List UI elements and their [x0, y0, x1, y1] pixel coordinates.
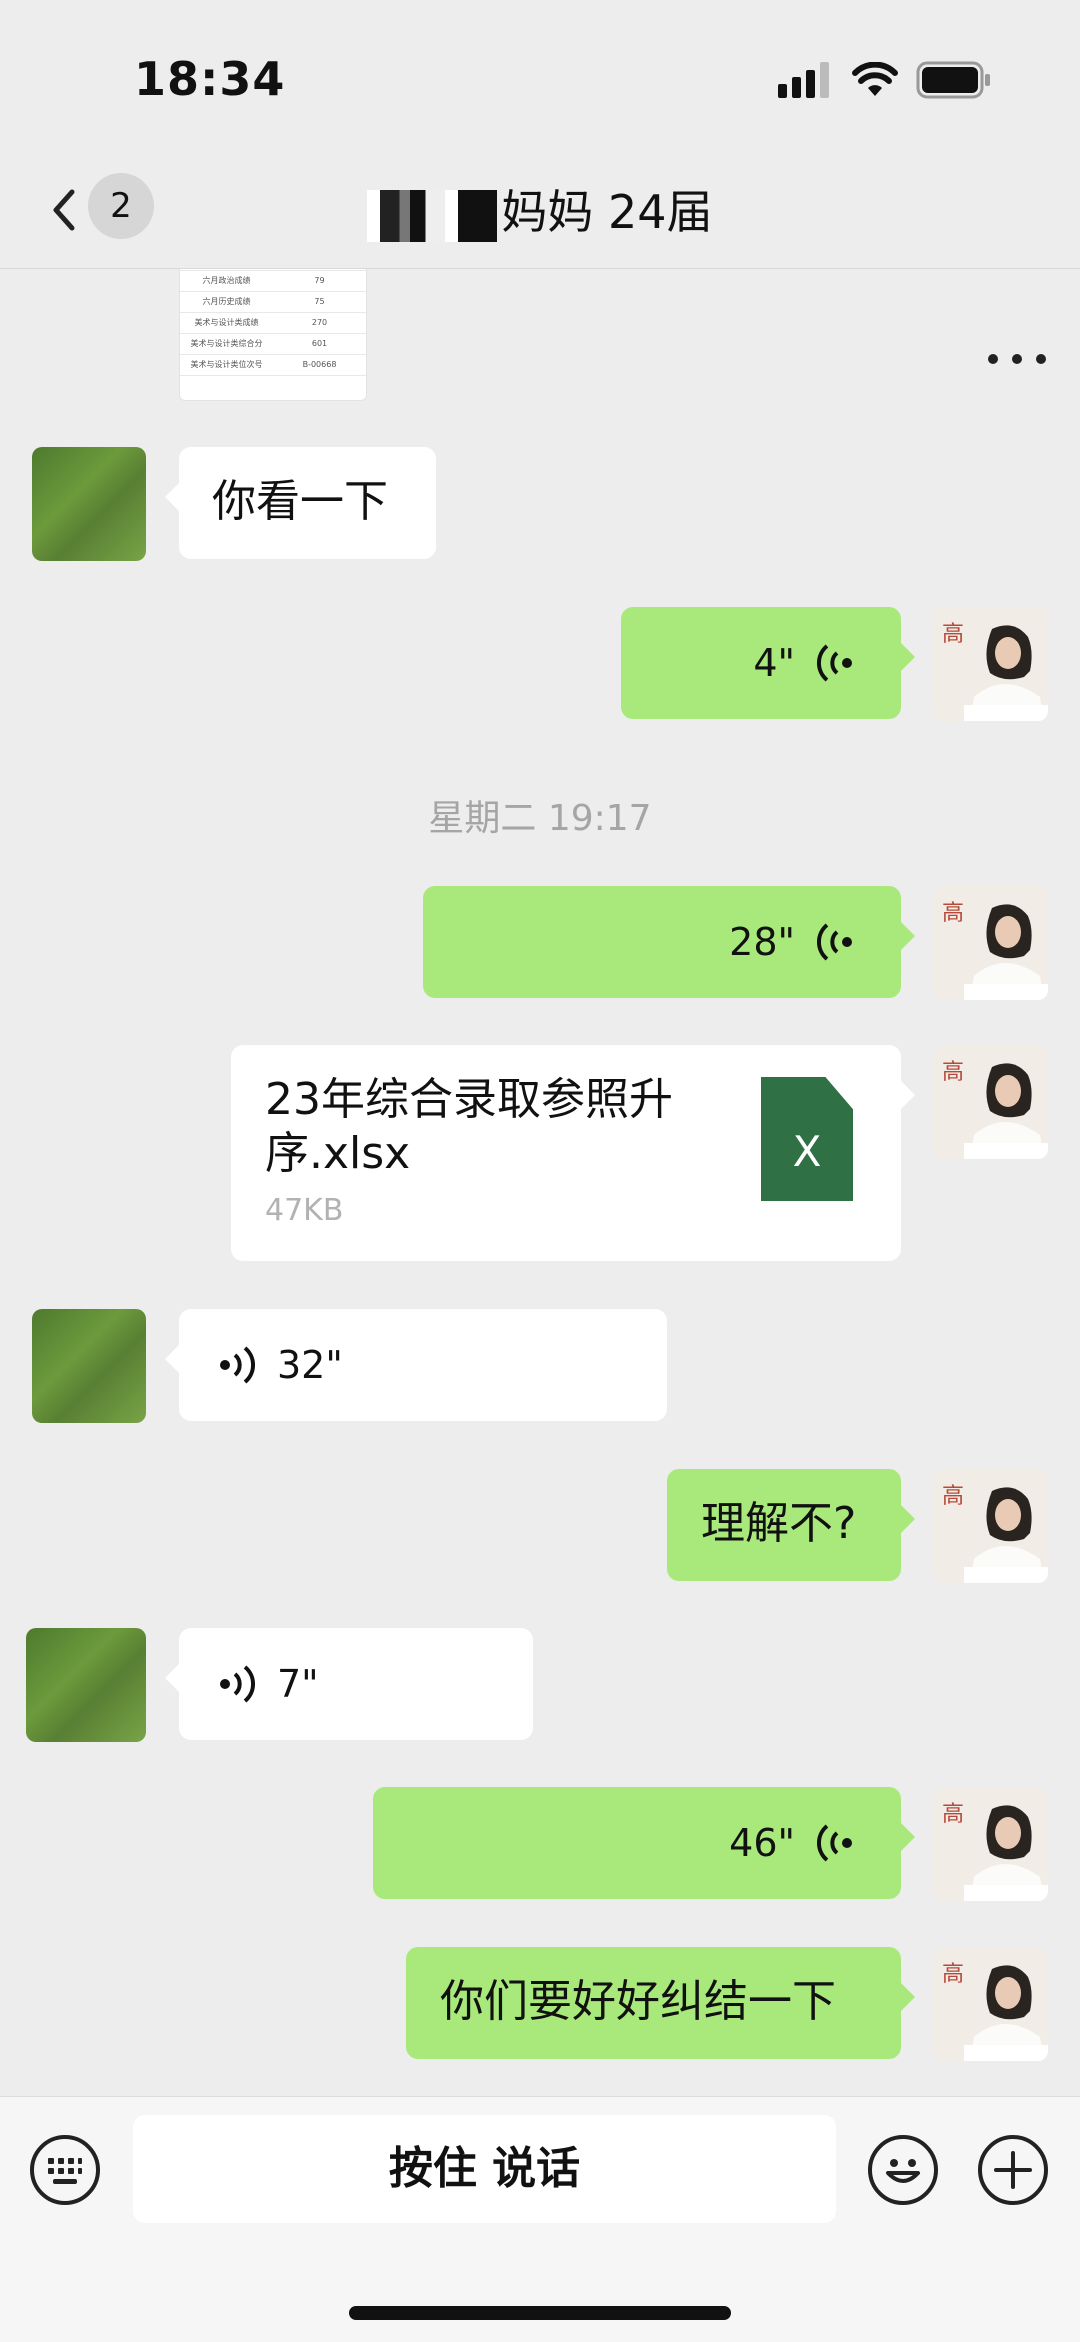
- chat-title-text: 妈妈 24届: [501, 185, 713, 239]
- voice-message-right[interactable]: 46": [373, 1787, 915, 1899]
- contact-avatar[interactable]: [32, 1309, 146, 1423]
- doc-thumb-cell: B-00668: [302, 360, 337, 369]
- portrait-image: 高: [934, 1469, 1048, 1583]
- portrait-image: 高: [934, 1787, 1048, 1901]
- contact-avatar[interactable]: [32, 447, 146, 561]
- doc-thumb-cell: 75: [314, 297, 325, 306]
- voice-duration: 32": [277, 1343, 343, 1387]
- document-image-message[interactable]: 总分位次号S-139212 六月政治成绩 79 六月历史成绩 75 美术与设计类成绩 270…: [179, 269, 367, 401]
- redacted-name: [367, 189, 498, 242]
- excel-icon-label: X: [792, 1127, 822, 1176]
- portrait-image: 高: [934, 886, 1048, 1000]
- my-avatar[interactable]: 高: [934, 886, 1048, 1000]
- doc-thumb-cell: S-139212: [273, 269, 366, 270]
- message-bubble-right[interactable]: 理解不?: [667, 1469, 915, 1581]
- my-avatar[interactable]: 高: [934, 1787, 1048, 1901]
- contact-avatar[interactable]: [26, 1628, 146, 1742]
- doc-thumb-row: 六月政治成绩 79: [180, 271, 366, 292]
- voice-wave-icon: [817, 644, 852, 682]
- voice-message-left[interactable]: 32": [165, 1309, 667, 1421]
- voice-message-right[interactable]: 28": [423, 886, 915, 998]
- my-avatar[interactable]: 高: [934, 1947, 1048, 2061]
- message-bubble-right[interactable]: 你们要好好纠结一下: [406, 1947, 915, 2059]
- portrait-image: 高: [934, 1045, 1048, 1159]
- portrait-image: 高: [934, 1947, 1048, 2061]
- voice-duration: 46": [729, 1821, 795, 1865]
- keyboard-toggle-icon[interactable]: [30, 2135, 100, 2205]
- my-avatar[interactable]: 高: [934, 1045, 1048, 1159]
- message-text: 你看一下: [212, 476, 388, 527]
- file-message[interactable]: 23年综合录取参照升序.xlsx 47KB X: [231, 1045, 915, 1261]
- doc-thumb-row: 六月历史成绩 75: [180, 292, 366, 313]
- message-bubble-left[interactable]: 你看一下: [165, 447, 436, 559]
- message-text: 你们要好好纠结一下: [440, 1976, 836, 2027]
- voice-duration: 7": [277, 1662, 319, 1706]
- doc-thumb-cell: 79: [314, 276, 325, 285]
- portrait-image: 高: [934, 607, 1048, 721]
- voice-message-right[interactable]: 4": [621, 607, 915, 719]
- hold-to-talk-button[interactable]: 按住 说话: [133, 2115, 836, 2223]
- my-avatar[interactable]: 高: [934, 1469, 1048, 1583]
- svg-text:高: 高: [942, 621, 964, 646]
- doc-thumb-cell: 六月历史成绩: [202, 297, 251, 306]
- svg-text:高: 高: [942, 1801, 964, 1826]
- add-more-icon[interactable]: [978, 2135, 1048, 2205]
- doc-thumb-cell: 270: [311, 318, 328, 327]
- my-avatar[interactable]: 高: [934, 607, 1048, 721]
- timestamp-label: 星期二 19:17: [428, 798, 652, 839]
- voice-duration: 28": [729, 920, 795, 964]
- chat-title: 妈妈 24届: [0, 176, 1080, 242]
- svg-text:高: 高: [942, 1483, 964, 1508]
- message-text: 理解不?: [701, 1498, 857, 1549]
- status-time: 18:34: [134, 52, 286, 106]
- excel-file-icon: X: [761, 1077, 853, 1201]
- file-size: 47KB: [265, 1193, 344, 1228]
- emoji-icon[interactable]: [868, 2135, 938, 2205]
- wifi-icon: [852, 62, 898, 96]
- doc-thumb-row: 美术与设计类综合分 601: [180, 334, 366, 355]
- voice-wave-icon: [817, 923, 852, 961]
- doc-thumb-row: 美术与设计类位次号 B-00668: [180, 355, 366, 376]
- message-list[interactable]: 总分位次号S-139212 六月政治成绩 79 六月历史成绩 75 美术与设计类成绩 270…: [0, 269, 1080, 2096]
- doc-thumb-cell: 美术与设计类位次号: [190, 360, 263, 369]
- voice-wave-icon: [817, 1824, 852, 1862]
- signal-icon: [778, 62, 829, 98]
- doc-thumb-cell: 美术与设计类综合分: [190, 339, 263, 348]
- doc-thumb-cell: 601: [311, 339, 328, 348]
- home-indicator[interactable]: [349, 2306, 731, 2320]
- svg-text:高: 高: [942, 900, 964, 925]
- voice-message-left[interactable]: 7": [165, 1628, 533, 1740]
- voice-duration: 4": [753, 641, 795, 685]
- file-name: 23年综合录取参照升序.xlsx: [265, 1074, 673, 1179]
- doc-thumb-cell: 六月政治成绩: [202, 276, 251, 285]
- doc-thumb-cell: 美术与设计类成绩: [194, 318, 259, 327]
- status-icons: [778, 60, 992, 100]
- svg-text:高: 高: [942, 1059, 964, 1084]
- voice-wave-icon: [220, 1346, 255, 1384]
- battery-icon: [916, 61, 990, 99]
- doc-thumb-row: 美术与设计类成绩 270: [180, 313, 366, 334]
- status-bar: 18:34: [0, 0, 1080, 150]
- voice-wave-icon: [220, 1665, 255, 1703]
- svg-text:高: 高: [942, 1961, 964, 1986]
- doc-thumb-cell: 总分位次号: [180, 269, 273, 270]
